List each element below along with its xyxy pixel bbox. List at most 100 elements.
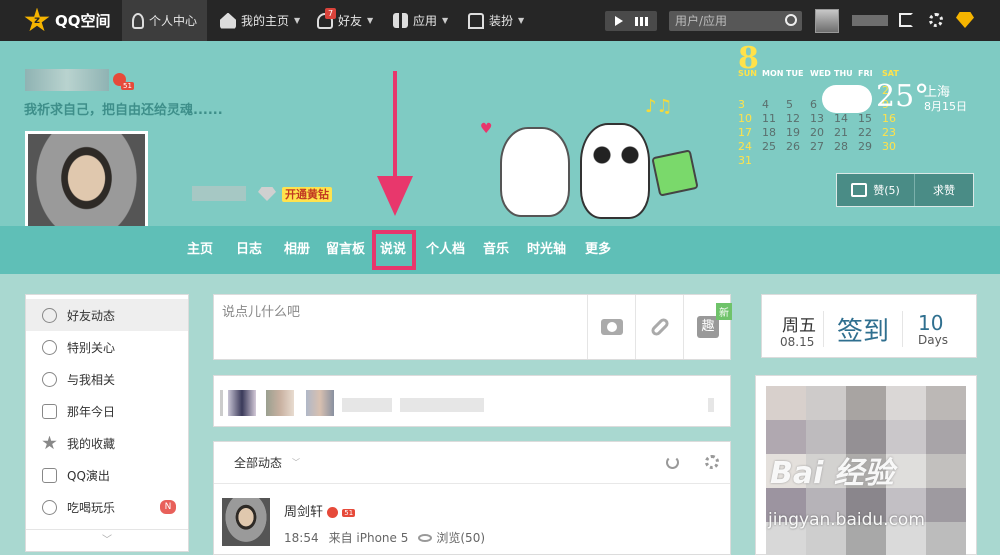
feed-author-avatar[interactable] [222,498,270,546]
weather-date: 8月15日 [924,100,967,113]
calendar-day[interactable]: 28 [834,140,858,154]
calendar-day[interactable]: 24 [738,140,762,154]
calendar-day[interactable]: 30 [882,140,906,154]
search-input[interactable]: 用户/应用 [669,11,802,31]
calendar-day[interactable]: 4 [762,98,786,112]
fun-button[interactable]: 趣 新 [684,295,732,359]
signin-count-unit: Days [918,333,948,347]
strip-arrow[interactable] [708,398,714,412]
chevron-down-icon[interactable]: ﹀ [292,457,300,468]
calendar-day[interactable]: 23 [882,126,906,140]
feed-settings-gear-icon[interactable] [705,455,719,469]
signin-weekday: 周五 [782,316,816,336]
yellow-diamond-icon[interactable] [956,12,974,28]
ask-like-button[interactable]: 求赞 [915,182,973,198]
qzone-logo[interactable]: z QQ空间 [24,0,111,41]
feed-author-label: 周剑轩 [284,505,324,520]
signin-button[interactable]: 签到 [837,311,889,348]
apps-menu[interactable]: 应用 ▼ [393,0,448,41]
nav-timeline[interactable]: 时光轴 [527,226,566,274]
sidebar-item-food-fun[interactable]: 吃喝玩乐 N [26,491,188,523]
divider [902,311,903,347]
calendar-day[interactable]: 20 [810,126,834,140]
sidebar-item-label: 那年今日 [67,404,116,419]
status-input[interactable]: 说点儿什么吧 [214,295,588,359]
nav-blog[interactable]: 日志 [236,226,262,274]
cartoon-green-bag-illustration [651,149,699,197]
sidebar-item-special-care[interactable]: 特别关心 [26,331,188,363]
calendar-weekday: FRI [858,69,873,78]
upload-photo-button[interactable] [588,295,636,359]
calendar-day[interactable]: 31 [738,154,762,168]
nickname-blurred [192,186,246,201]
calendar-day[interactable]: 15 [858,112,882,126]
feed-filter-dropdown[interactable]: 全部动态 [234,454,282,471]
calendar-day [858,154,882,168]
caret-down-icon: ▼ [518,16,525,25]
personal-center-link[interactable]: 个人中心 [122,0,208,41]
top-bar: z QQ空间 个人中心 我的主页 ▼ 好友 ▼ 7 应用 ▼ 装扮 ▼ 用户/应… [0,0,1000,41]
refresh-icon[interactable] [666,456,679,469]
calendar-day[interactable]: 25 [762,140,786,154]
calendar-day[interactable]: 18 [762,126,786,140]
baidu-watermark: Bai 经验 [770,456,894,491]
calendar-day [882,154,906,168]
dress-up-menu[interactable]: 装扮 ▼ [468,0,524,41]
friend-avatar-blurred[interactable] [266,390,294,416]
calendar-day[interactable]: 10 [738,112,762,126]
sidebar-item-favorites[interactable]: 我的收藏 [26,427,188,459]
calendar-day[interactable]: 12 [786,112,810,126]
nav-more[interactable]: 更多 [585,226,611,274]
sidebar-expand-chevron-icon[interactable]: ﹀ [26,529,188,551]
calendar-day[interactable]: 16 [882,112,906,126]
calendar-day[interactable]: 13 [810,112,834,126]
user-avatar-small[interactable] [815,9,839,33]
calendar-day[interactable]: 22 [858,126,882,140]
at-icon [42,371,57,387]
calendar-day[interactable]: 3 [738,98,762,112]
sidebar-item-label: 好友动态 [67,308,116,323]
calendar-day[interactable]: 27 [810,140,834,154]
calendar-weekdays: SUN MON TUE WED THU FRI SAT [738,69,906,78]
calendar-day[interactable]: 26 [786,140,810,154]
attach-link-button[interactable] [636,295,684,359]
open-yellow-diamond-button[interactable]: 开通黄钻 [282,187,332,202]
search-icon[interactable] [785,14,797,26]
logout-icon[interactable] [899,13,913,27]
apps-label: 应用 [413,14,438,28]
sidebar-item-qq-shows[interactable]: QQ演出 [26,459,188,491]
friends-menu[interactable]: 好友 ▼ [317,0,373,41]
calendar-day[interactable]: 11 [762,112,786,126]
like-button[interactable]: 赞(5) [837,174,915,206]
nav-home[interactable]: 主页 [187,226,213,274]
dress-up-label: 装扮 [489,14,514,28]
settings-gear-icon[interactable] [929,13,943,27]
calendar-weekday: MON [762,69,784,78]
calendar-day[interactable]: 21 [834,126,858,140]
nav-message-board[interactable]: 留言板 [326,226,365,274]
friend-avatar-blurred[interactable] [228,390,256,416]
calendar-day[interactable]: 17 [738,126,762,140]
calendar-day[interactable]: 29 [858,140,882,154]
sidebar-item-related-to-me[interactable]: 与我相关 [26,363,188,395]
calendar-weekday: TUE [786,69,804,78]
weather-temperature: 25° [876,79,930,114]
cartoon-panda-illustration [580,123,650,219]
calendar-day[interactable]: 14 [834,112,858,126]
like-widget: 赞(5) 求赞 [836,173,974,207]
sidebar-item-friend-feed[interactable]: 好友动态 [26,299,188,331]
signin-widget[interactable]: 周五 08.15 签到 10 Days [761,294,977,358]
nav-music[interactable]: 音乐 [483,226,509,274]
friend-avatar-blurred[interactable] [306,390,334,416]
calendar-day[interactable]: 19 [786,126,810,140]
sidebar-item-on-this-day[interactable]: 那年今日 [26,395,188,427]
tshirt-icon [468,12,484,29]
feed-author-name[interactable]: 周剑轩 51 [284,501,356,520]
music-player-button[interactable] [605,11,657,31]
nav-album[interactable]: 相册 [284,226,310,274]
search-placeholder: 用户/应用 [675,14,728,28]
nav-profile[interactable]: 个人档 [426,226,465,274]
my-homepage-menu[interactable]: 我的主页 ▼ [220,0,300,41]
calendar-day[interactable]: 5 [786,98,810,112]
calendar-day [786,84,810,98]
